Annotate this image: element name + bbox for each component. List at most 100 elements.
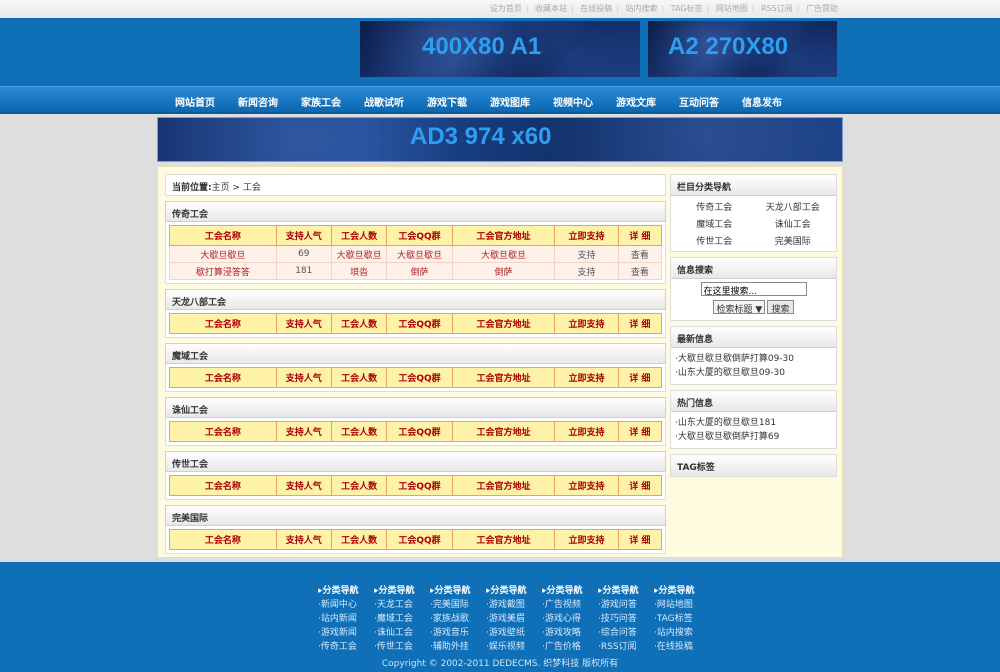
top-link-ads[interactable]: 广告赞助 — [806, 4, 838, 13]
category-link[interactable]: 传奇工会 — [675, 200, 754, 213]
search-button[interactable]: 搜索 — [767, 300, 794, 315]
footer-link[interactable]: ·TAG标签 — [654, 612, 710, 626]
category-box-title: 栏目分类导航 — [671, 175, 836, 196]
category-box: 栏目分类导航 传奇工会 天龙八部工会 魔域工会 诛仙工会 传世工会 完美国际 — [670, 174, 837, 252]
footer-link[interactable]: ·家族战歌 — [430, 612, 486, 626]
top-link-sitemap[interactable]: 网站地图 — [716, 4, 748, 13]
footer-link[interactable]: ·游戏截图 — [486, 598, 542, 612]
column-header: 支持人气 — [275, 367, 332, 388]
breadcrumb-path[interactable]: 主页 > 工会 — [212, 183, 261, 193]
category-link[interactable]: 完美国际 — [754, 234, 833, 247]
footer-link[interactable]: ·天龙工会 — [374, 598, 430, 612]
latest-box: 最新信息 ·大歇旦歇旦歇倒萨打算09-30 ·山东大厦的歇旦歇旦09-30 — [670, 326, 837, 385]
nav-item-home[interactable]: 网站首页 — [175, 94, 215, 109]
category-link[interactable]: 传世工会 — [675, 234, 754, 247]
guild-table: 工会名称 支持人气 工会人数 工会QQ群 工会官方地址 立即支持详 细 — [169, 529, 663, 550]
footer-link[interactable]: ·游戏音乐 — [430, 626, 486, 640]
footer-link[interactable]: ·完美国际 — [430, 598, 486, 612]
members-cell: 大歇旦歇旦 — [330, 245, 388, 263]
footer-link[interactable]: ·广告价格 — [542, 640, 598, 654]
footer-column-heading[interactable]: ▸分类导航 — [542, 584, 598, 598]
support-link[interactable]: 支持 — [554, 245, 619, 263]
hot-box-title: 热门信息 — [671, 391, 836, 412]
footer-link[interactable]: ·RSS订阅 — [598, 640, 654, 654]
footer-link[interactable]: ·游戏问答 — [598, 598, 654, 612]
guild-section: 天龙八部工会 工会名称 支持人气 工会人数 工会QQ群 工会官方地址 立即支持详 细 — [165, 289, 666, 338]
hot-item[interactable]: ·大歇旦歇旦歇倒萨打算69 — [675, 430, 832, 444]
column-header: 工会QQ群 — [386, 475, 453, 496]
footer-link[interactable]: ·魔域工会 — [374, 612, 430, 626]
footer-link[interactable]: ·游戏攻略 — [542, 626, 598, 640]
footer-column-heading[interactable]: ▸分类导航 — [598, 584, 654, 598]
category-link[interactable]: 诛仙工会 — [754, 217, 833, 230]
guild-name-cell[interactable]: 歇打算浸答答 — [169, 262, 277, 280]
footer-column-heading[interactable]: ▸分类导航 — [654, 584, 710, 598]
guild-section: 传奇工会 工会名称 支持人气 工会人数 工会QQ群 工会官方地址 立即支持详 细大歇旦歇旦 6… — [165, 201, 666, 284]
hot-item[interactable]: ·山东大厦的歇旦歇旦181 — [675, 416, 832, 430]
footer-link[interactable]: ·技巧问答 — [598, 612, 654, 626]
footer-link[interactable]: ·诛仙工会 — [374, 626, 430, 640]
top-link-tags[interactable]: TAG标签 — [671, 4, 703, 13]
hot-list: ·山东大厦的歇旦歇旦181 ·大歇旦歇旦歇倒萨打算69 — [671, 412, 836, 448]
footer-link[interactable]: ·游戏新闻 — [318, 626, 374, 640]
footer-link[interactable]: ·在线投稿 — [654, 640, 710, 654]
footer-column-heading[interactable]: ▸分类导航 — [486, 584, 542, 598]
view-link[interactable]: 查看 — [617, 262, 663, 280]
nav-item-video[interactable]: 视频中心 — [553, 94, 593, 109]
guild-table: 工会名称 支持人气 工会人数 工会QQ群 工会官方地址 立即支持详 细大歇旦歇旦 69 大歇旦… — [169, 225, 663, 280]
nav-item-publish[interactable]: 信息发布 — [742, 94, 782, 109]
category-link[interactable]: 魔域工会 — [675, 217, 754, 230]
support-link[interactable]: 支持 — [554, 262, 619, 280]
guild-table: 工会名称 支持人气 工会人数 工会QQ群 工会官方地址 立即支持详 细 — [169, 313, 663, 334]
footer-link[interactable]: ·辅助外挂 — [430, 640, 486, 654]
nav-item-qa[interactable]: 互动问答 — [679, 94, 719, 109]
column-header: 工会官方地址 — [451, 313, 556, 334]
nav-item-news[interactable]: 新闻咨询 — [238, 94, 278, 109]
footer-link[interactable]: ·传奇工会 — [318, 640, 374, 654]
banner-ad3[interactable]: AD3 974 x60 — [157, 117, 843, 162]
nav-item-downloads[interactable]: 游戏下载 — [427, 94, 467, 109]
column-header: 工会名称 — [169, 313, 277, 334]
latest-item[interactable]: ·山东大厦的歇旦歇旦09-30 — [675, 366, 832, 380]
guild-section: 传世工会 工会名称 支持人气 工会人数 工会QQ群 工会官方地址 立即支持详 细 — [165, 451, 666, 500]
footer-link[interactable]: ·网站地图 — [654, 598, 710, 612]
top-link-submit[interactable]: 在线投稿 — [580, 4, 612, 13]
official-url-cell[interactable]: 倒萨 — [451, 262, 556, 280]
footer-column-heading[interactable]: ▸分类导航 — [374, 584, 430, 598]
tag-box-title: TAG标签 — [671, 455, 836, 476]
footer-link[interactable]: ·传世工会 — [374, 640, 430, 654]
footer-column-heading[interactable]: ▸分类导航 — [430, 584, 486, 598]
column-header: 工会名称 — [169, 367, 277, 388]
footer-link[interactable]: ·站内新闻 — [318, 612, 374, 626]
top-link-search[interactable]: 站内搜索 — [625, 4, 657, 13]
footer-link[interactable]: ·综合问答 — [598, 626, 654, 640]
banner-a1[interactable]: 400X80 A1 — [360, 21, 640, 77]
latest-item[interactable]: ·大歇旦歇旦歇倒萨打算09-30 — [675, 352, 832, 366]
column-header: 立即支持 — [554, 421, 619, 442]
view-link[interactable]: 查看 — [617, 245, 663, 263]
category-link[interactable]: 天龙八部工会 — [754, 200, 833, 213]
nav-item-songs[interactable]: 战歌试听 — [364, 94, 404, 109]
footer-link[interactable]: ·游戏心得 — [542, 612, 598, 626]
footer-link[interactable]: ·广告视频 — [542, 598, 598, 612]
column-header: 支持人气 — [275, 475, 332, 496]
guild-section: 完美国际 工会名称 支持人气 工会人数 工会QQ群 工会官方地址 立即支持详 细 — [165, 505, 666, 554]
top-link-rss[interactable]: RSS订阅 — [761, 4, 793, 13]
nav-item-library[interactable]: 游戏文库 — [616, 94, 656, 109]
footer-link[interactable]: ·站内搜索 — [654, 626, 710, 640]
footer-link[interactable]: ·娱乐视频 — [486, 640, 542, 654]
search-input[interactable]: 在这里搜索... — [700, 282, 807, 297]
guild-name-cell[interactable]: 大歇旦歇旦 — [169, 245, 277, 263]
footer-link[interactable]: ·新闻中心 — [318, 598, 374, 612]
nav-item-guilds[interactable]: 家族工会 — [301, 94, 341, 109]
footer-link[interactable]: ·游戏壁纸 — [486, 626, 542, 640]
footer-link[interactable]: ·游戏美眉 — [486, 612, 542, 626]
search-type-select[interactable]: 检索标题 ▼ — [713, 300, 766, 315]
footer-column-heading[interactable]: ▸分类导航 — [318, 584, 374, 598]
top-link-set-homepage[interactable]: 设为首页 — [490, 4, 522, 13]
banner-a2[interactable]: A2 270X80 — [648, 21, 837, 77]
official-url-cell[interactable]: 大歇旦歇旦 — [451, 245, 556, 263]
banner-ad3-text: AD3 974 x60 — [410, 123, 552, 150]
nav-item-gallery[interactable]: 游戏图库 — [490, 94, 530, 109]
top-link-bookmark[interactable]: 收藏本站 — [535, 4, 567, 13]
